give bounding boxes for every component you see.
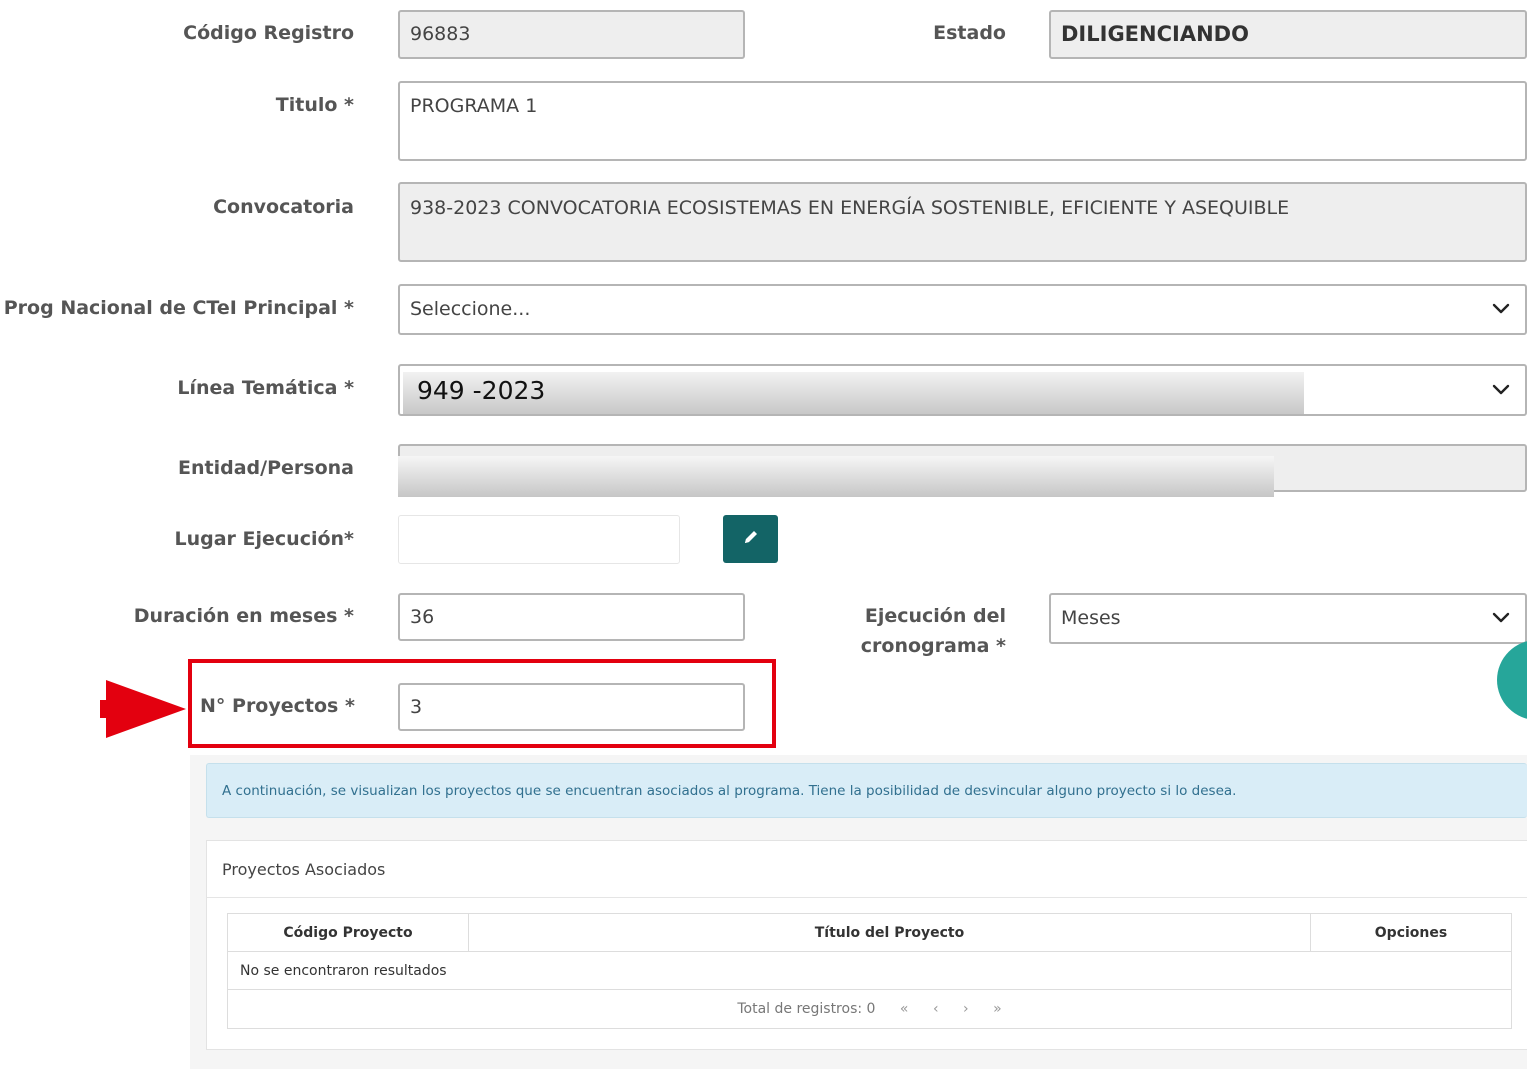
prog-nacional-value: Seleccione...	[410, 298, 531, 320]
entidad-persona-label: Entidad/Persona	[178, 457, 354, 479]
lugar-ejecucion-label: Lugar Ejecución*	[174, 528, 355, 550]
chevron-down-icon[interactable]	[1491, 299, 1511, 319]
prog-nacional-select[interactable]: Seleccione...	[398, 284, 1527, 335]
duracion-meses-field[interactable]: 36	[398, 593, 745, 641]
ejecucion-cronograma-label-2: cronograma *	[860, 635, 1006, 657]
n-proyectos-field[interactable]: 3	[398, 683, 745, 731]
proyectos-table: Código Proyecto Título del Proyecto Opci…	[227, 913, 1512, 1029]
titulo-field[interactable]: PROGRAMA 1	[398, 81, 1527, 161]
linea-tematica-label: Línea Temática *	[177, 377, 354, 399]
proyectos-card: Proyectos Asociados Código Proyecto Títu…	[206, 840, 1527, 1050]
codigo-registro-field[interactable]: 96883	[398, 10, 745, 59]
proyectos-title: Proyectos Asociados	[222, 860, 386, 879]
estado-field[interactable]: DILIGENCIANDO	[1049, 10, 1527, 59]
chevron-down-icon[interactable]	[1491, 608, 1511, 628]
col-opciones[interactable]: Opciones	[1310, 913, 1512, 952]
n-proyectos-label: N° Proyectos *	[200, 695, 355, 717]
pager-next-button[interactable]: ›	[963, 1001, 969, 1017]
estado-label: Estado	[933, 22, 1006, 44]
pager-prev-button[interactable]: ‹	[933, 1001, 939, 1017]
duracion-meses-label: Duración en meses *	[133, 605, 354, 627]
edit-lugar-button[interactable]	[723, 515, 778, 563]
empty-message: No se encontraron resultados	[227, 951, 1512, 990]
ejecucion-cronograma-select[interactable]: Meses	[1049, 593, 1527, 644]
pager-last-button[interactable]: »	[993, 1001, 1002, 1017]
convocatoria-field[interactable]: 938-2023 CONVOCATORIA ECOSISTEMAS EN ENE…	[398, 182, 1527, 262]
ejecucion-cronograma-label-1: Ejecución del	[864, 605, 1006, 627]
prog-nacional-label: Prog Nacional de CTeI Principal *	[3, 297, 354, 319]
convocatoria-label: Convocatoria	[213, 196, 354, 218]
col-titulo-proyecto[interactable]: Título del Proyecto	[468, 913, 1311, 952]
chat-fab[interactable]	[1497, 640, 1527, 720]
linea-tematica-select[interactable]: 949 -2023	[398, 364, 1527, 416]
lugar-ejecucion-field[interactable]	[398, 515, 680, 564]
codigo-registro-label: Código Registro	[183, 22, 354, 44]
chevron-down-icon[interactable]	[1491, 380, 1511, 400]
pencil-icon	[742, 528, 760, 550]
info-alert: A continuación, se visualizan los proyec…	[206, 763, 1527, 818]
pager: Total de registros: 0 « ‹ › »	[227, 989, 1512, 1029]
pager-first-button[interactable]: «	[900, 1001, 909, 1017]
total-registros: Total de registros: 0	[737, 1001, 876, 1017]
linea-tematica-value: 949 -2023	[417, 376, 546, 405]
redaction-bar	[398, 456, 1274, 497]
arrow-right-icon	[100, 680, 186, 738]
table-row: No se encontraron resultados	[227, 951, 1512, 990]
titulo-label: Titulo *	[275, 94, 354, 116]
col-codigo-proyecto[interactable]: Código Proyecto	[227, 913, 469, 952]
ejecucion-cronograma-value: Meses	[1061, 607, 1121, 629]
divider	[207, 897, 1527, 898]
pager-row: Total de registros: 0 « ‹ › »	[227, 989, 1512, 1029]
